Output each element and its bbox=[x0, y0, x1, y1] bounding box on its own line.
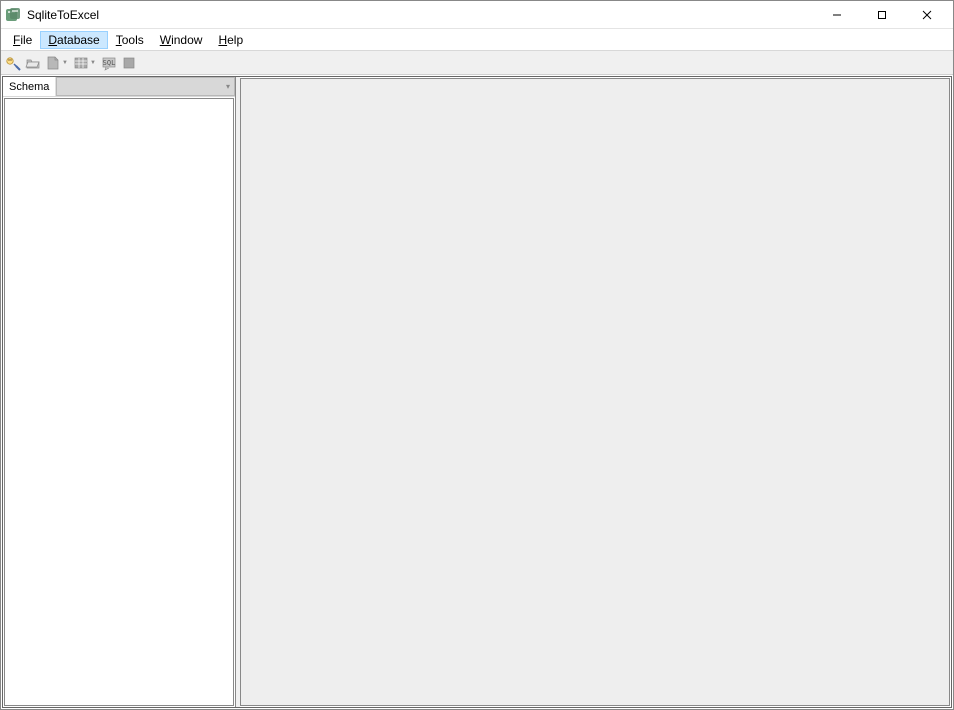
maximize-button[interactable] bbox=[859, 1, 904, 28]
menu-file[interactable]: File bbox=[5, 31, 40, 49]
table-icon[interactable] bbox=[73, 55, 89, 71]
titlebar: SqliteToExcel bbox=[1, 1, 953, 29]
menubar: FileDatabaseToolsWindowHelp bbox=[1, 29, 953, 51]
window-controls bbox=[814, 1, 949, 28]
menu-tools[interactable]: Tools bbox=[108, 31, 152, 49]
schema-combobox[interactable]: ▾ bbox=[56, 77, 235, 96]
export-icon[interactable] bbox=[121, 55, 137, 71]
table-dropdown[interactable]: ▼ bbox=[89, 60, 97, 66]
schema-row: Schema ▾ bbox=[3, 77, 235, 97]
main-body: Schema ▾ bbox=[2, 76, 952, 708]
query-icon[interactable]: SQL bbox=[101, 55, 117, 71]
document-dropdown[interactable]: ▼ bbox=[61, 60, 69, 66]
menu-help[interactable]: Help bbox=[210, 31, 251, 49]
menu-window[interactable]: Window bbox=[152, 31, 211, 49]
schema-label: Schema bbox=[3, 77, 56, 96]
menu-database[interactable]: Database bbox=[40, 31, 107, 49]
svg-text:SQL: SQL bbox=[103, 59, 116, 67]
sidebar: Schema ▾ bbox=[3, 77, 236, 707]
minimize-button[interactable] bbox=[814, 1, 859, 28]
open-icon[interactable] bbox=[25, 55, 41, 71]
tree-panel[interactable] bbox=[4, 98, 234, 706]
chevron-down-icon: ▾ bbox=[226, 82, 230, 91]
close-button[interactable] bbox=[904, 1, 949, 28]
toolbar: ▼ ▼ SQL bbox=[1, 51, 953, 75]
content-area bbox=[240, 78, 950, 706]
app-icon bbox=[5, 7, 21, 23]
document-icon[interactable] bbox=[45, 55, 61, 71]
connect-icon[interactable] bbox=[5, 55, 21, 71]
window-title: SqliteToExcel bbox=[27, 8, 99, 22]
